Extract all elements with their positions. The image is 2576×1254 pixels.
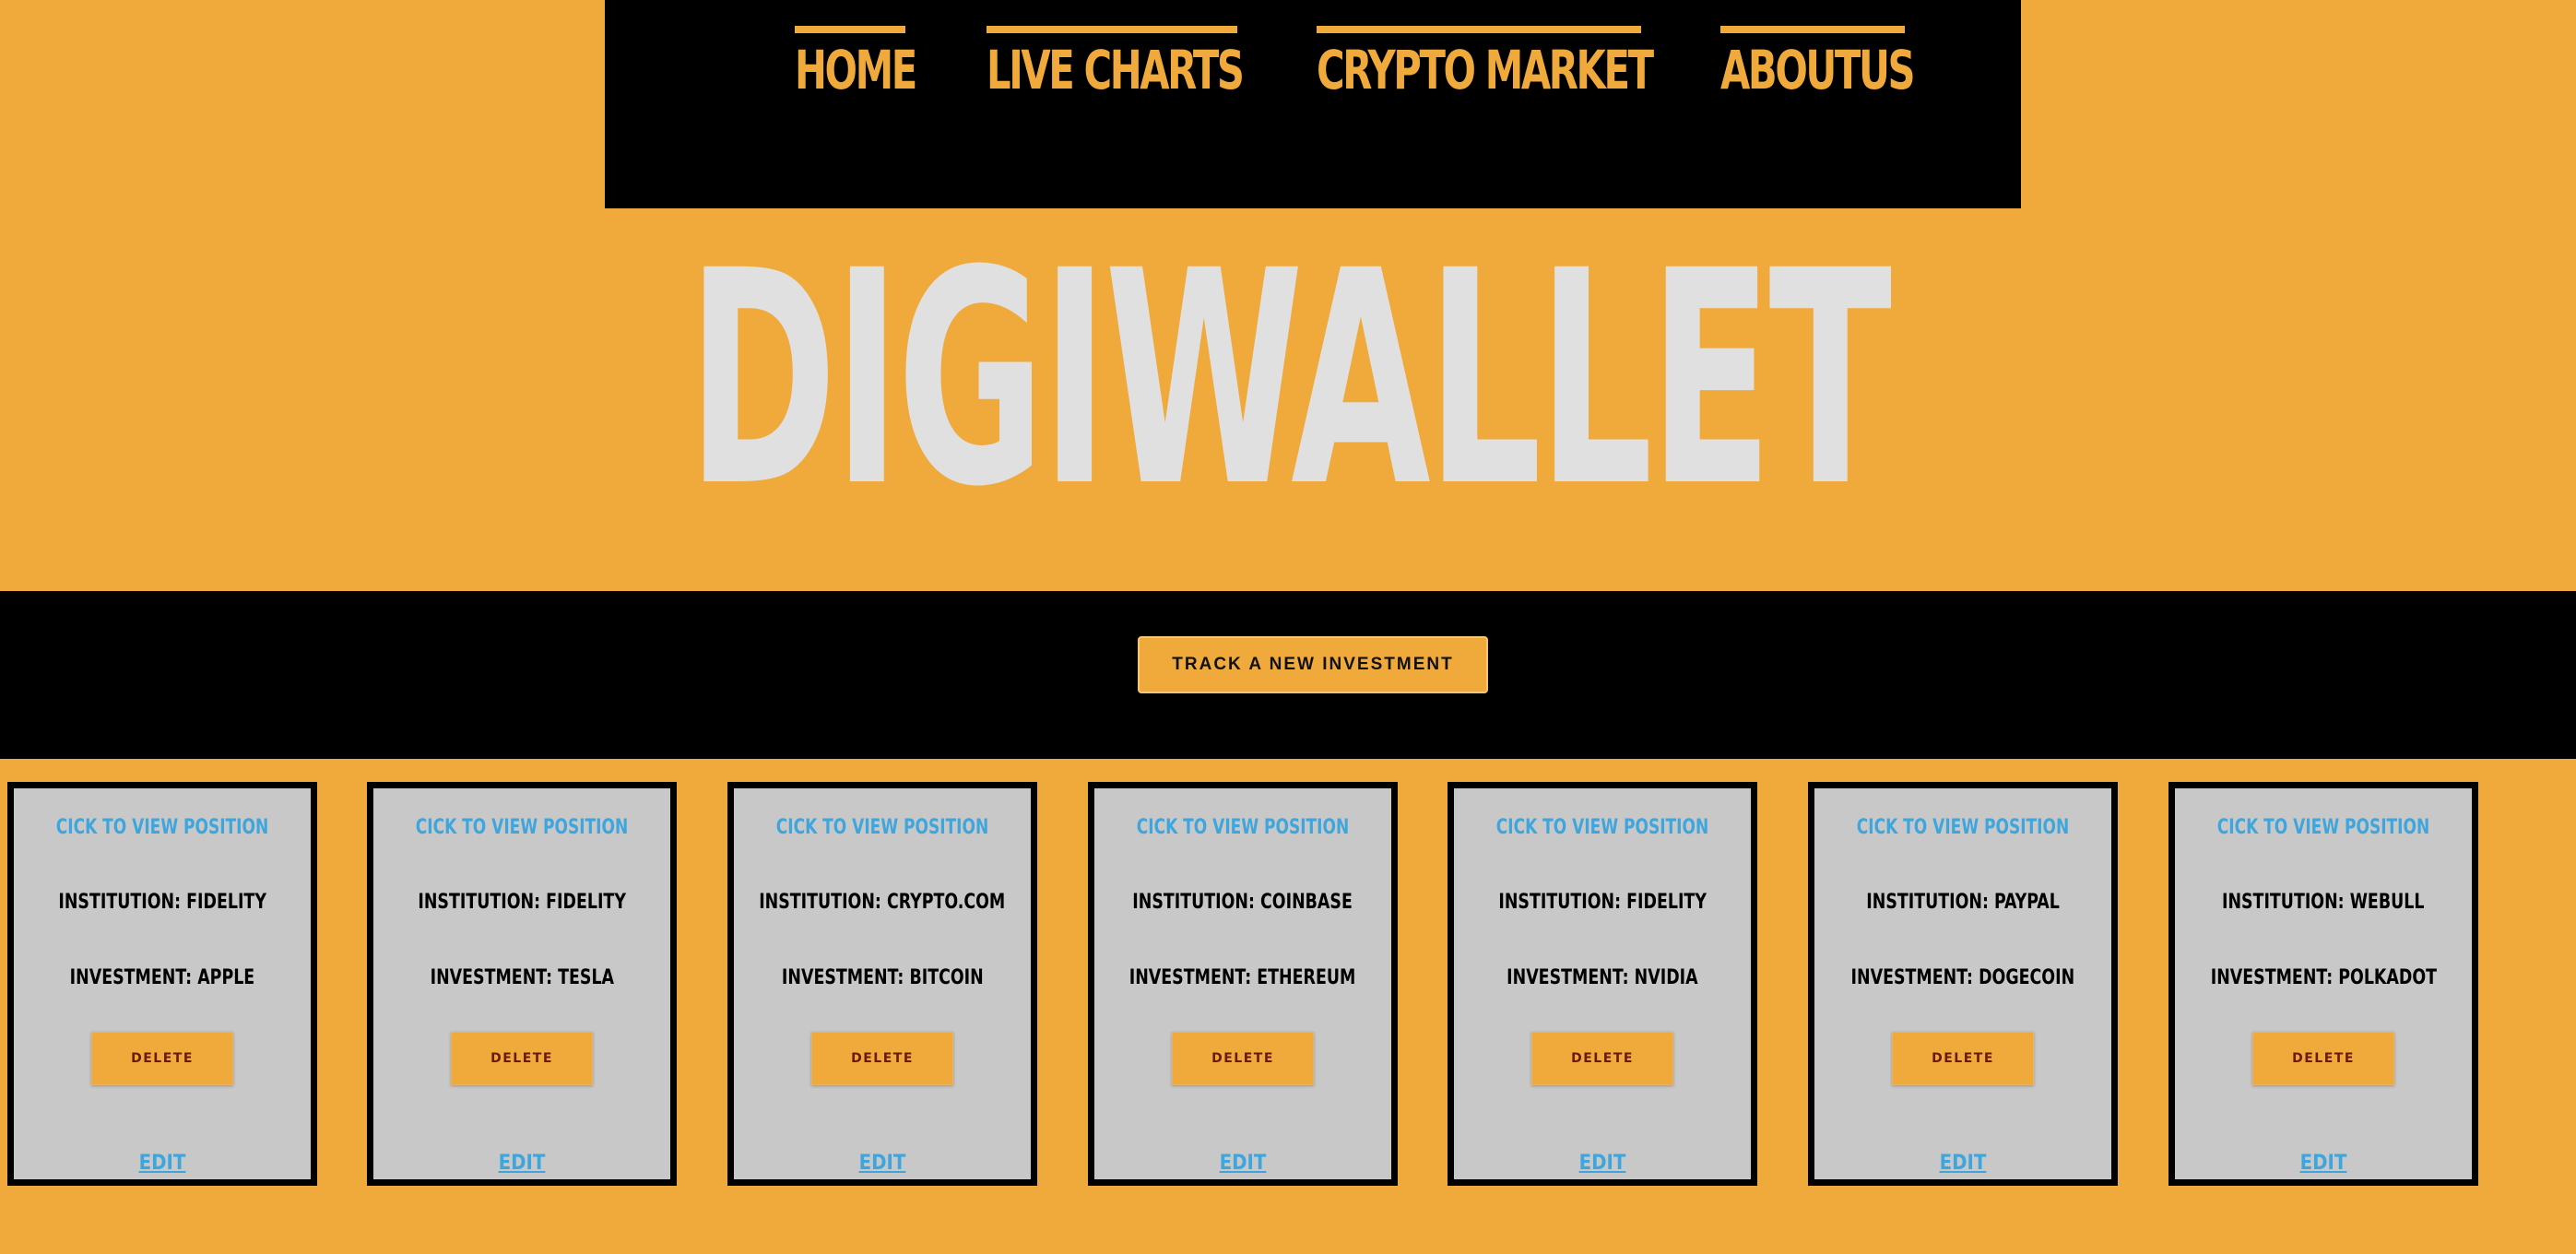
delete-button[interactable]: DELETE [1892,1032,2034,1085]
view-position-label: CICK TO VIEW POSITION [1136,816,1350,839]
investment-label: INVESTMENT: NVIDIA [1507,966,1698,989]
investment-text: INVESTMENT: ETHEREUM [1094,964,1391,992]
investment-card: CICK TO VIEW POSITION INSTITUTION: FIDEL… [1448,782,1757,1186]
top-nav: HOME LIVE CHARTS CRYPTO MARKET ABOUTUS [605,0,2021,208]
investment-text: INVESTMENT: BITCOIN [734,964,1031,992]
institution-text: INSTITUTION: PAYPAL [1814,889,2111,917]
investment-label: INVESTMENT: APPLE [69,966,255,989]
institution-text: INSTITUTION: WEBULL [2175,889,2472,917]
view-position-link[interactable]: CICK TO VIEW POSITION [734,814,1031,842]
nav-home-label: HOME [795,39,917,101]
institution-label: INSTITUTION: WEBULL [2222,891,2425,914]
page: HOME LIVE CHARTS CRYPTO MARKET ABOUTUS D… [0,0,2576,1254]
institution-label: INSTITUTION: FIDELITY [58,891,266,914]
investment-card: CICK TO VIEW POSITION INSTITUTION: CRYPT… [727,782,1037,1186]
delete-button[interactable]: DELETE [2252,1032,2394,1085]
investment-label: INVESTMENT: POLKADOT [2210,966,2437,989]
delete-button[interactable]: DELETE [1172,1032,1314,1085]
view-position-link[interactable]: CICK TO VIEW POSITION [1094,814,1391,842]
nav-live-charts-link[interactable]: LIVE CHARTS [987,26,1245,107]
institution-text: INSTITUTION: COINBASE [1094,889,1391,917]
nav-crypto-market-link[interactable]: CRYPTO MARKET [1317,26,1654,107]
investment-text: INVESTMENT: POLKADOT [2175,964,2472,992]
view-position-link[interactable]: CICK TO VIEW POSITION [14,814,311,842]
view-position-label: CICK TO VIEW POSITION [775,816,989,839]
edit-link[interactable]: EDIT [14,1150,311,1177]
investment-card: CICK TO VIEW POSITION INSTITUTION: FIDEL… [367,782,677,1186]
investment-label: INVESTMENT: DOGECOIN [1850,966,2075,989]
view-position-link[interactable]: CICK TO VIEW POSITION [1814,814,2111,842]
edit-link[interactable]: EDIT [734,1150,1031,1177]
institution-label: INSTITUTION: FIDELITY [1498,891,1707,914]
edit-link[interactable]: EDIT [373,1150,670,1177]
view-position-label: CICK TO VIEW POSITION [415,816,629,839]
institution-label: INSTITUTION: PAYPAL [1866,891,2060,914]
investment-card: CICK TO VIEW POSITION INSTITUTION: COINB… [1088,782,1398,1186]
delete-button[interactable]: DELETE [1531,1032,1673,1085]
investment-card: CICK TO VIEW POSITION INSTITUTION: WEBUL… [2168,782,2478,1186]
view-position-label: CICK TO VIEW POSITION [55,816,269,839]
investment-label: INVESTMENT: BITCOIN [781,966,984,989]
track-new-investment-button[interactable]: TRACK A NEW INVESTMENT [1138,636,1488,693]
hero-title: DIGIWALLET [0,208,2576,551]
investment-card: CICK TO VIEW POSITION INSTITUTION: FIDEL… [7,782,317,1186]
institution-label: INSTITUTION: COINBASE [1132,891,1353,914]
view-position-label: CICK TO VIEW POSITION [1856,816,2070,839]
investment-text: INVESTMENT: TESLA [373,964,670,992]
view-position-link[interactable]: CICK TO VIEW POSITION [1454,814,1751,842]
institution-label: INSTITUTION: CRYPTO.COM [759,891,1006,914]
view-position-link[interactable]: CICK TO VIEW POSITION [2175,814,2472,842]
edit-link[interactable]: EDIT [1094,1150,1391,1177]
delete-button[interactable]: DELETE [451,1032,593,1085]
nav-home-link[interactable]: HOME [795,26,917,107]
institution-text: INSTITUTION: CRYPTO.COM [734,889,1031,917]
hero-title-text: DIGIWALLET [687,208,1893,551]
delete-button[interactable]: DELETE [91,1032,233,1085]
nav-live-charts-label: LIVE CHARTS [987,39,1245,101]
view-position-label: CICK TO VIEW POSITION [1495,816,1709,839]
investment-text: INVESTMENT: APPLE [14,964,311,992]
view-position-label: CICK TO VIEW POSITION [2216,816,2430,839]
investment-label: INVESTMENT: TESLA [430,966,614,989]
investment-card: CICK TO VIEW POSITION INSTITUTION: PAYPA… [1808,782,2118,1186]
nav-about-us-link[interactable]: ABOUTUS [1720,26,1916,107]
edit-link[interactable]: EDIT [1814,1150,2111,1177]
edit-link[interactable]: EDIT [2175,1150,2472,1177]
delete-button[interactable]: DELETE [811,1032,953,1085]
institution-text: INSTITUTION: FIDELITY [1454,889,1751,917]
institution-text: INSTITUTION: FIDELITY [14,889,311,917]
investment-label: INVESTMENT: ETHEREUM [1129,966,1356,989]
institution-text: INSTITUTION: FIDELITY [373,889,670,917]
nav-crypto-market-label: CRYPTO MARKET [1317,39,1654,101]
investment-text: INVESTMENT: DOGECOIN [1814,964,2111,992]
view-position-link[interactable]: CICK TO VIEW POSITION [373,814,670,842]
institution-label: INSTITUTION: FIDELITY [418,891,626,914]
investment-text: INVESTMENT: NVIDIA [1454,964,1751,992]
nav-about-us-label: ABOUTUS [1720,39,1916,101]
edit-link[interactable]: EDIT [1454,1150,1751,1177]
